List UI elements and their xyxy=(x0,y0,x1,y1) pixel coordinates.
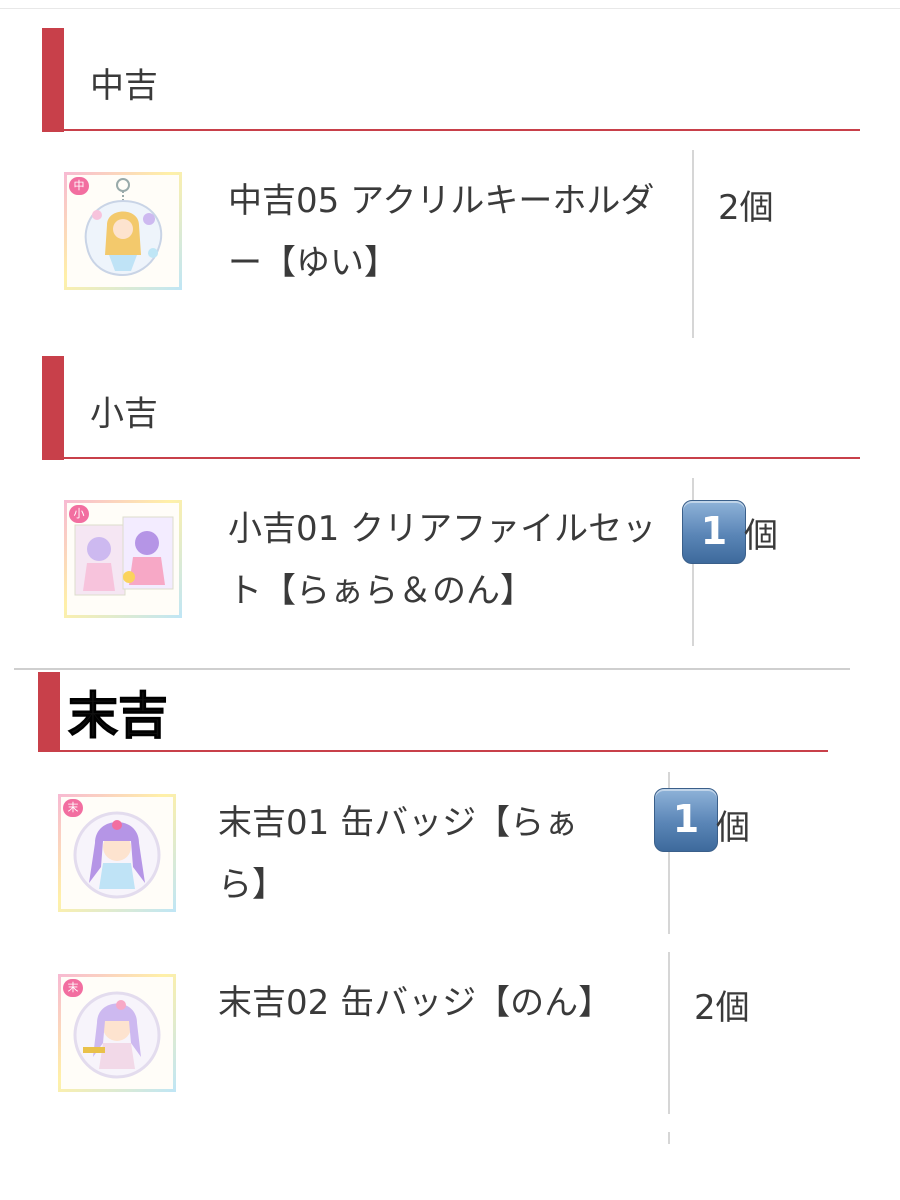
category-badge-icon: 末 xyxy=(63,979,83,997)
section-accent-bar xyxy=(38,672,60,752)
column-divider xyxy=(692,150,694,338)
column-divider-stub xyxy=(668,1132,670,1144)
section-accent-bar xyxy=(42,28,64,132)
section-accent-bar xyxy=(42,356,64,460)
item-thumbnail: 末 xyxy=(58,974,176,1092)
item-thumbnail: 末 xyxy=(58,794,176,912)
category-badge-icon: 小 xyxy=(69,505,89,523)
item-quantity: 2個 xyxy=(718,180,774,229)
quantity-number: 2 xyxy=(718,188,740,228)
quantity-unit: 個 xyxy=(744,516,778,556)
item-thumbnail: 小 xyxy=(64,500,182,618)
section-title: 中吉 xyxy=(90,66,158,106)
quantity-number: 2 xyxy=(694,988,716,1028)
section-title: 小吉 xyxy=(90,394,158,434)
item-name: 小吉01 クリアファイルセット【らぁら＆のん】 xyxy=(228,509,657,611)
column-divider xyxy=(668,952,670,1114)
item-thumbnail: 中 xyxy=(64,172,182,290)
item-name: 末吉02 缶バッジ【のん】 xyxy=(218,983,613,1023)
category-badge-icon: 末 xyxy=(63,799,83,817)
item-name: 中吉05 アクリルキーホルダー【ゆい】 xyxy=(228,181,655,283)
quantity-keycap-badge: 1 xyxy=(654,788,718,852)
top-divider xyxy=(0,8,900,9)
section-separator xyxy=(14,668,850,670)
quantity-keycap-badge: 1 xyxy=(682,500,746,564)
category-badge-icon: 中 xyxy=(69,177,89,195)
item-name: 末吉01 缶バッジ【らぁら】 xyxy=(218,803,579,905)
item-quantity: 2個 xyxy=(694,980,750,1029)
section-underline xyxy=(42,457,860,459)
section-underline xyxy=(38,750,828,752)
section-title: 末吉 xyxy=(68,687,169,746)
quantity-unit: 個 xyxy=(716,808,750,848)
quantity-unit: 個 xyxy=(715,988,750,1028)
section-underline xyxy=(42,129,860,131)
quantity-unit: 個 xyxy=(739,188,774,228)
